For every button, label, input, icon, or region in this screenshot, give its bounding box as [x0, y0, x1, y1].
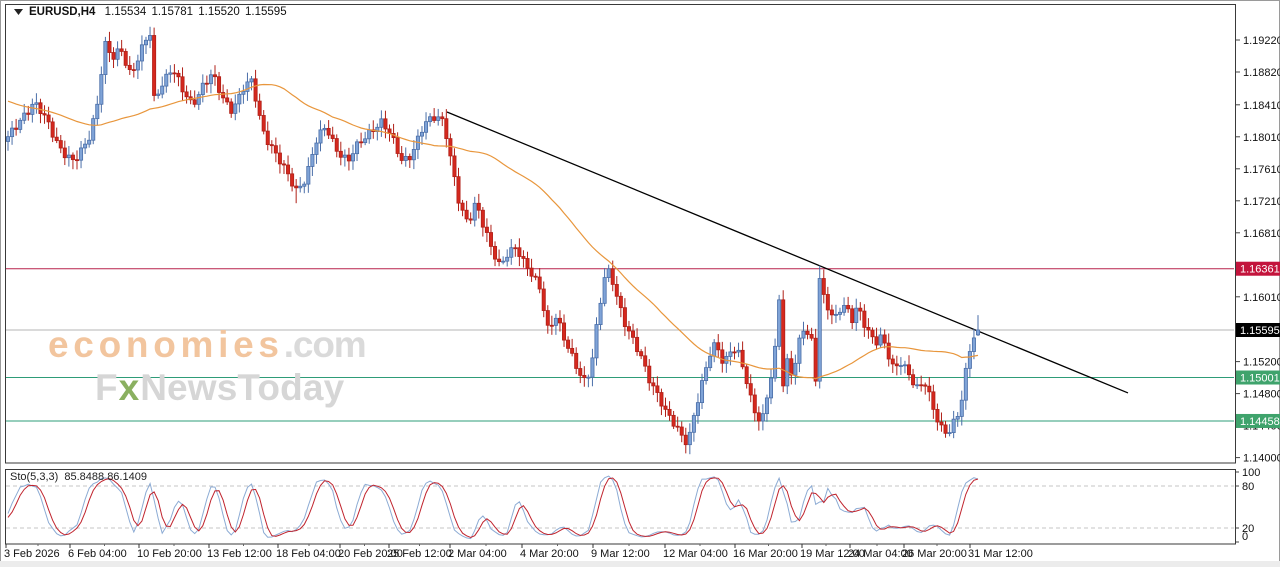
time-tick-label: 6 Feb 04:00 — [68, 548, 127, 560]
price-tag-label: 1.16361 — [1240, 264, 1280, 276]
time-tick-label: 16 Mar 20:00 — [733, 548, 798, 560]
price-tick-label: 1.19220 — [1243, 35, 1280, 47]
price-tick-label: 1.14000 — [1243, 453, 1280, 465]
symbol-label: EURUSD,H4 — [29, 6, 96, 18]
time-tick-label: 13 Feb 12:00 — [207, 548, 272, 560]
chart-window: economies.com FxNewsToday 1.19220 1.18820… — [0, 0, 1280, 567]
watermark-brand-suffix: .com — [284, 324, 368, 365]
time-tick-label: 10 Feb 20:00 — [137, 548, 202, 560]
stoch-axis-label: 80 — [1242, 481, 1254, 493]
svg-text:FxNewsToday: FxNewsToday — [95, 367, 345, 408]
price-tag-label: 1.14458 — [1240, 416, 1280, 428]
price-tick-label: 1.15200 — [1243, 357, 1280, 369]
stochastic-label: Sto(5,3,3) 85.8488 86.1409 — [10, 471, 147, 483]
time-tick-label: 25 Feb 12:00 — [387, 548, 452, 560]
quote-close: 1.15595 — [245, 6, 287, 18]
price-tick-label: 1.17610 — [1243, 164, 1280, 176]
watermark-tagline-x: x — [119, 367, 141, 408]
time-tick-label: 31 Mar 12:00 — [968, 548, 1033, 560]
stoch-axis-label: 100 — [1242, 467, 1260, 479]
time-tick-label: 9 Mar 12:00 — [591, 548, 650, 560]
quote-high: 1.15781 — [151, 6, 193, 18]
price-tag-label: 1.15595 — [1240, 325, 1280, 337]
price-tick-label: 1.17210 — [1243, 196, 1280, 208]
price-tick-label: 1.18010 — [1243, 132, 1280, 144]
price-tick-label: 1.18410 — [1243, 100, 1280, 112]
price-tick-label: 1.18820 — [1243, 67, 1280, 79]
watermark-tagline-rest: NewsToday — [140, 367, 345, 408]
watermark-tagline-f: F — [95, 367, 119, 408]
watermark-brand: economies — [48, 324, 280, 365]
svg-text:EURUSD,H4 1.15534: EURUSD,H4 1.15534 1.15781 1.15520 1.1559… — [29, 6, 287, 18]
stoch-axis-label: 0 — [1242, 531, 1248, 543]
price-tick-label: 1.14800 — [1243, 389, 1280, 401]
quote-open: 1.15534 — [105, 6, 147, 18]
time-tick-label: 12 Mar 04:00 — [663, 548, 728, 560]
time-tick-label: 3 Feb 2026 — [4, 548, 60, 560]
price-tick-label: 1.16010 — [1243, 292, 1280, 304]
time-tick-label: 26 Mar 20:00 — [902, 548, 967, 560]
price-tag-label: 1.15001 — [1240, 373, 1280, 385]
price-tick-label: 1.16810 — [1243, 228, 1280, 240]
time-tick-label: 18 Feb 04:00 — [276, 548, 341, 560]
time-tick-label: 2 Mar 04:00 — [448, 548, 507, 560]
quote-low: 1.15520 — [198, 6, 240, 18]
time-tick-label: 4 Mar 20:00 — [520, 548, 579, 560]
window-bottom-strip — [0, 561, 1280, 567]
